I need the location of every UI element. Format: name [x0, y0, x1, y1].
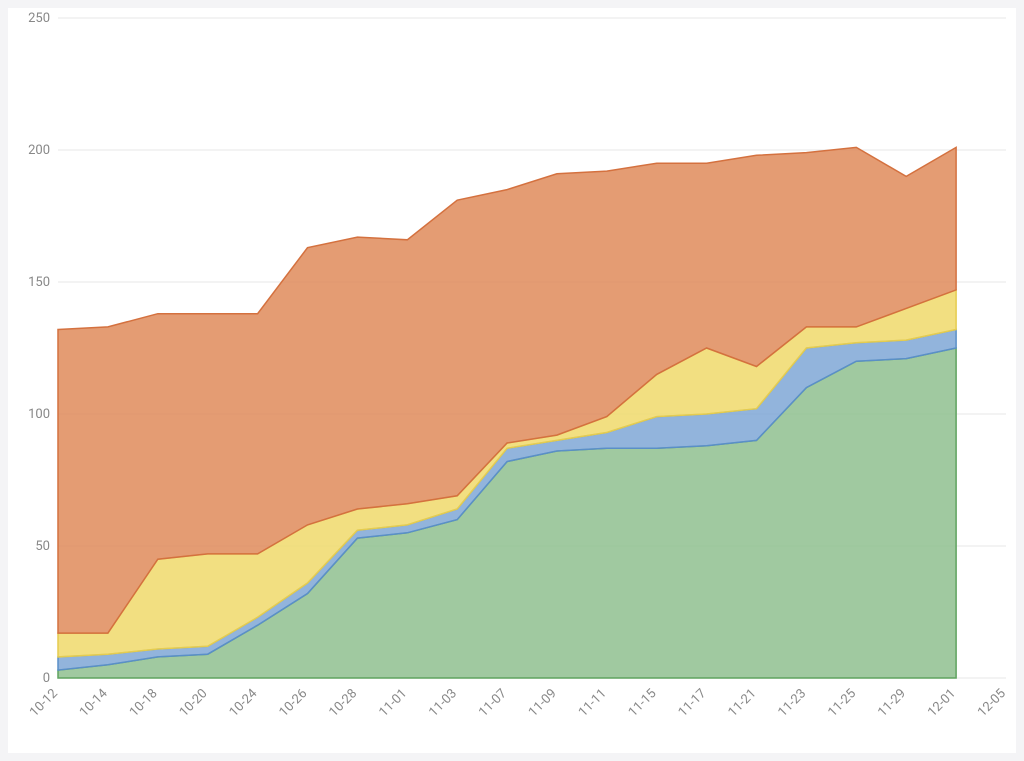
x-tick-label: 11-15	[626, 686, 660, 720]
x-tick-label: 10-14	[77, 686, 111, 720]
x-tick-label: 11-29	[875, 686, 909, 720]
x-tick-label: 10-12	[27, 686, 61, 720]
x-tick-label: 11-23	[775, 686, 809, 720]
x-tick-label: 11-01	[376, 686, 410, 720]
y-tick-label: 250	[28, 11, 50, 26]
x-tick-label: 12-01	[925, 686, 959, 720]
x-tick-label: 11-07	[476, 686, 510, 720]
x-tick-label: 11-25	[825, 686, 859, 720]
x-tick-label: 10-18	[127, 686, 161, 720]
x-tick-label: 11-09	[526, 686, 560, 720]
x-tick-label: 11-21	[726, 686, 760, 720]
y-tick-label: 50	[35, 539, 50, 554]
x-tick-label: 12-05	[975, 686, 1009, 720]
y-tick-label: 150	[28, 275, 50, 290]
x-tick-label: 11-17	[676, 686, 710, 720]
x-tick-label: 11-11	[576, 686, 610, 720]
x-tick-label: 10-26	[277, 686, 311, 720]
y-tick-label: 100	[28, 407, 50, 422]
stacked-area-chart: 0 50 100 150 200 250 10-12 10-14 10-18 10-20 10-24…	[8, 8, 1016, 753]
x-tick-label: 10-24	[227, 686, 261, 720]
x-tick-label: 10-20	[177, 686, 211, 720]
x-tick-label: 10-28	[326, 686, 360, 720]
y-tick-label: 0	[43, 671, 50, 686]
y-tick-label: 200	[28, 143, 50, 158]
x-tick-label: 11-03	[426, 686, 460, 720]
chart-container: 0 50 100 150 200 250 10-12 10-14 10-18 10-20 10-24…	[8, 8, 1016, 753]
